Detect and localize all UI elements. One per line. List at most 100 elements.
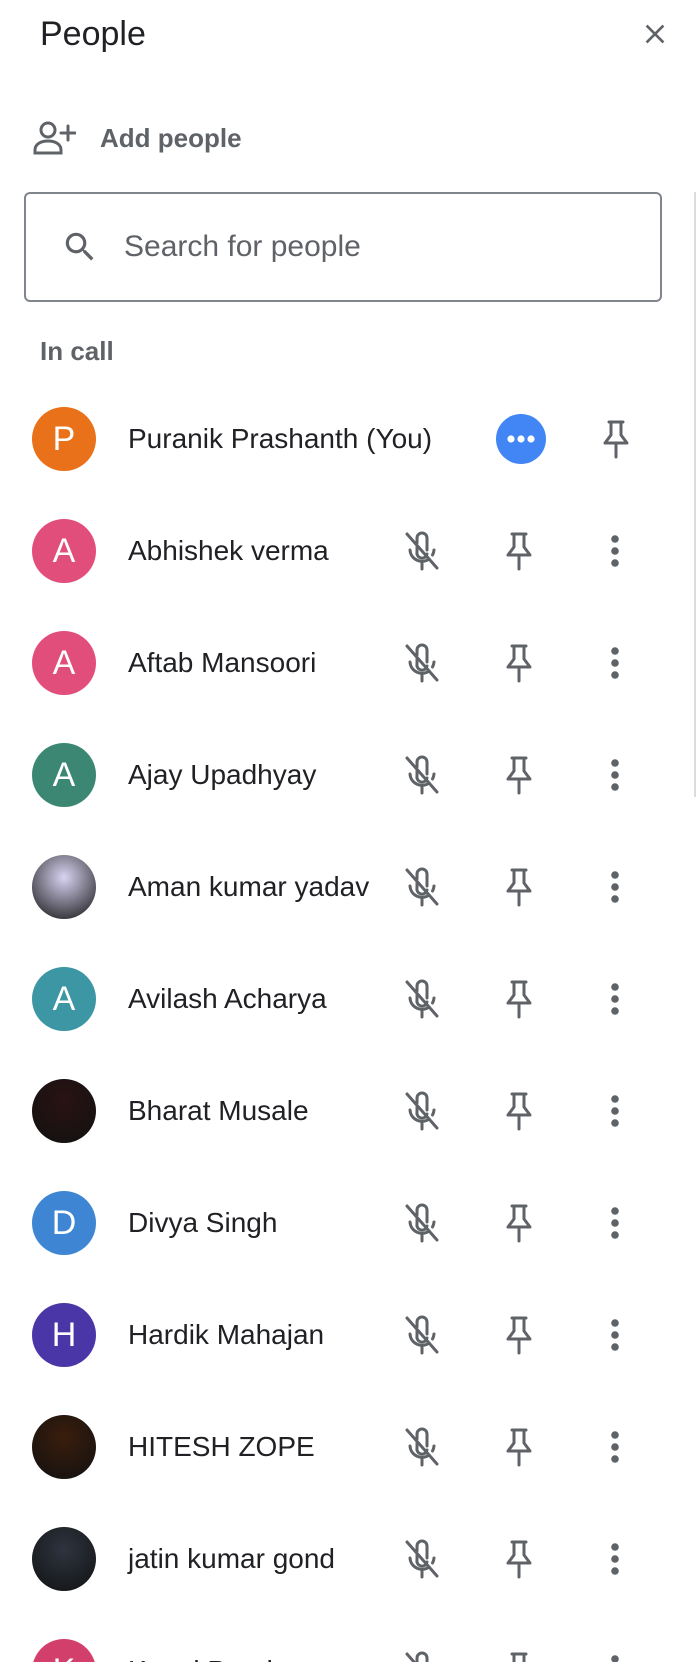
avatar-initial: A <box>52 755 76 794</box>
mute-status-button[interactable] <box>394 635 450 691</box>
avatar: D <box>32 1191 96 1255</box>
mic-off-icon <box>405 1203 439 1243</box>
panel-title: People <box>40 15 146 53</box>
avatar-initial: K <box>53 1652 76 1662</box>
pin-button[interactable] <box>491 1083 547 1139</box>
mute-status-button[interactable] <box>394 1643 450 1662</box>
more-vertical-icon <box>611 1207 619 1239</box>
pin-button[interactable] <box>491 1531 547 1587</box>
more-vertical-icon <box>611 871 619 903</box>
more-actions-button[interactable] <box>496 414 546 464</box>
mute-status-button[interactable] <box>394 523 450 579</box>
close-button[interactable] <box>630 12 680 56</box>
avatar-initial: A <box>52 643 76 682</box>
participant-row[interactable]: HITESH ZOPE <box>0 1391 698 1503</box>
participant-row-self[interactable]: P Puranik Prashanth (You) <box>0 383 698 495</box>
more-vertical-icon <box>611 1543 619 1575</box>
pin-icon <box>510 1652 528 1662</box>
pin-button[interactable] <box>491 747 547 803</box>
search-box[interactable] <box>24 192 662 302</box>
participant-row[interactable]: D Divya Singh <box>0 1167 698 1279</box>
close-icon <box>645 24 665 44</box>
more-options-button[interactable] <box>587 1643 643 1662</box>
avatar <box>32 1079 96 1143</box>
pin-button[interactable] <box>491 971 547 1027</box>
participant-row[interactable]: Aman kumar yadav <box>0 831 698 943</box>
participant-row[interactable]: Bharat Musale <box>0 1055 698 1167</box>
pin-button[interactable] <box>491 1307 547 1363</box>
more-options-button[interactable] <box>587 971 643 1027</box>
pin-button[interactable] <box>491 1195 547 1251</box>
mute-status-button[interactable] <box>394 747 450 803</box>
section-label-in-call: In call <box>40 336 114 366</box>
pin-icon <box>506 1092 532 1131</box>
mute-status-button[interactable] <box>394 971 450 1027</box>
add-people-label: Add people <box>100 122 242 153</box>
avatar: A <box>32 631 96 695</box>
pin-button[interactable] <box>491 523 547 579</box>
mute-status-button[interactable] <box>394 1083 450 1139</box>
pin-icon <box>506 1428 532 1467</box>
more-options-button[interactable] <box>587 859 643 915</box>
mic-off-icon <box>405 1427 439 1467</box>
mic-off-icon <box>405 867 439 907</box>
participant-name: Aman kumar yadav <box>128 871 370 902</box>
mute-status-button[interactable] <box>394 1419 450 1475</box>
more-options-button[interactable] <box>587 1531 643 1587</box>
participant-row[interactable]: A Avilash Acharya <box>0 943 698 1055</box>
people-panel: People Add people In call <box>0 0 698 1662</box>
avatar-initial: A <box>52 531 76 570</box>
avatar-initial: A <box>52 979 76 1018</box>
mic-off-icon <box>405 1539 439 1579</box>
participant-row[interactable]: A Aftab Mansoori <box>0 607 698 719</box>
pin-icon <box>506 644 532 683</box>
participant-row[interactable]: A Ajay Upadhyay <box>0 719 698 831</box>
participant-name: Hardik Mahajan <box>128 1319 325 1350</box>
avatar: A <box>32 967 96 1031</box>
pin-icon <box>506 532 532 571</box>
pin-button[interactable] <box>491 859 547 915</box>
more-options-button[interactable] <box>587 635 643 691</box>
participant-row[interactable]: K Kunal Pandey <box>0 1615 698 1662</box>
participant-row[interactable]: A Abhishek verma <box>0 495 698 607</box>
pin-button[interactable] <box>491 1419 547 1475</box>
more-options-button[interactable] <box>587 1419 643 1475</box>
avatar: K <box>32 1639 96 1662</box>
search-input[interactable] <box>122 229 606 265</box>
more-options-button[interactable] <box>587 747 643 803</box>
panel-header: People <box>0 0 698 70</box>
participant-name: jatin kumar gond <box>128 1543 336 1574</box>
pin-button[interactable] <box>588 411 644 467</box>
participant-row[interactable]: H Hardik Mahajan <box>0 1279 698 1391</box>
more-options-button[interactable] <box>587 1083 643 1139</box>
participant-row[interactable]: jatin kumar gond <box>0 1503 698 1615</box>
pin-button[interactable] <box>491 635 547 691</box>
mic-off-icon <box>405 1651 429 1662</box>
search-icon <box>60 227 100 267</box>
pin-icon <box>506 1316 532 1355</box>
more-options-button[interactable] <box>587 523 643 579</box>
more-options-button[interactable] <box>587 1307 643 1363</box>
mute-status-button[interactable] <box>394 859 450 915</box>
participant-name: Avilash Acharya <box>128 983 327 1014</box>
mute-status-button[interactable] <box>394 1195 450 1251</box>
mute-status-button[interactable] <box>394 1307 450 1363</box>
participant-name: Divya Singh <box>128 1207 278 1238</box>
participant-name: Bharat Musale <box>128 1095 309 1126</box>
pin-icon <box>506 980 532 1019</box>
avatar: A <box>32 743 96 807</box>
add-people-button[interactable]: Add people <box>30 112 242 164</box>
avatar-initial: H <box>51 1315 77 1354</box>
pin-icon <box>506 1540 532 1579</box>
pin-icon <box>506 868 532 907</box>
avatar <box>32 855 96 919</box>
participant-name: Abhishek verma <box>128 535 329 566</box>
more-vertical-icon <box>611 1095 619 1127</box>
more-options-button[interactable] <box>587 1195 643 1251</box>
avatar: A <box>32 519 96 583</box>
person-add-icon <box>30 118 78 158</box>
mute-status-button[interactable] <box>394 1531 450 1587</box>
more-vertical-icon <box>611 535 619 567</box>
more-vertical-icon <box>611 759 619 791</box>
pin-button[interactable] <box>491 1643 547 1662</box>
